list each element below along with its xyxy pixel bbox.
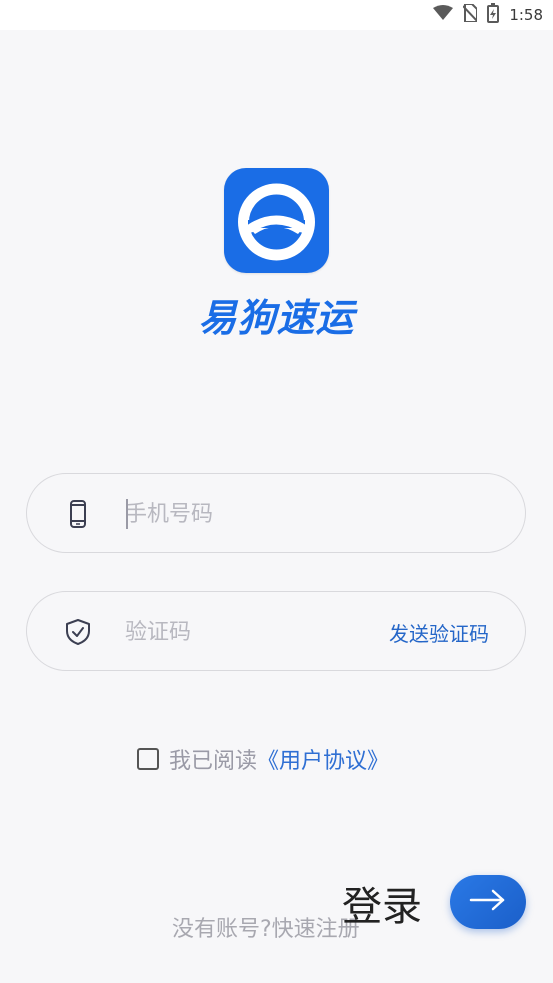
shield-check-icon (65, 618, 91, 646)
phone-input[interactable] (125, 494, 365, 534)
app-logo (224, 168, 329, 273)
no-sim-icon (462, 3, 479, 26)
agreement-row: 我已阅读 《用户协议》 (137, 744, 389, 774)
phone-icon (65, 500, 91, 528)
wifi-icon (433, 5, 454, 25)
code-field[interactable]: 发送验证码 (26, 591, 526, 671)
send-code-button[interactable]: 发送验证码 (389, 618, 489, 647)
battery-charging-icon (487, 3, 500, 27)
text-caret (126, 499, 128, 529)
register-link[interactable]: 没有账号?快速注册 (172, 911, 360, 943)
arrow-right-icon (468, 888, 508, 916)
app-name: 易狗速运 (198, 296, 355, 340)
login-label: 登录 (342, 884, 422, 930)
phone-field[interactable] (26, 473, 526, 553)
status-time: 1:58 (509, 6, 543, 24)
agreement-text: 我已阅读 (169, 749, 258, 774)
login-button[interactable] (450, 875, 526, 929)
code-input[interactable] (125, 612, 365, 652)
user-agreement-link[interactable]: 《用户协议》 (257, 743, 389, 775)
status-bar: 1:58 (0, 0, 553, 30)
steering-wheel-logo (238, 183, 315, 261)
login-screen: 1:58 易狗速运 发送验 (0, 0, 553, 983)
agreement-checkbox[interactable] (137, 748, 159, 770)
